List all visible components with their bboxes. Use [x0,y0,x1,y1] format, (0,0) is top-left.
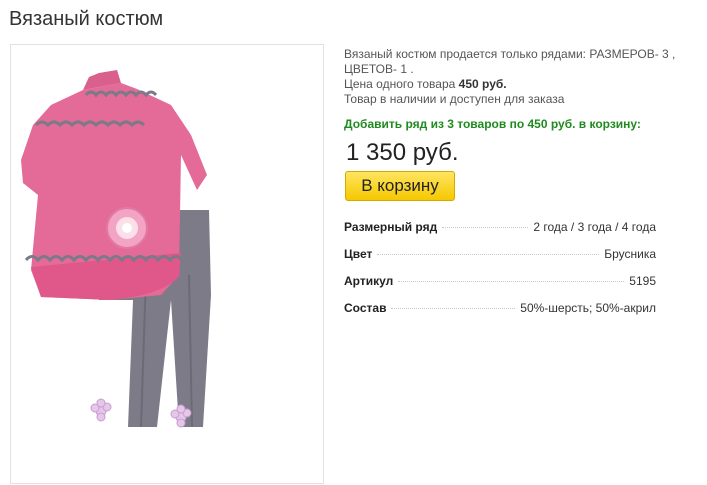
spec-row-article: Артикул 5195 [344,274,656,301]
description-line-2: ЦВЕТОВ- 1 . [344,62,414,76]
unit-price-label: Цена одного товара [344,77,456,91]
knitted-suit-illustration [21,70,211,428]
spec-value: Брусника [604,247,656,261]
spec-key: Цвет [344,247,373,261]
spec-row-composition: Состав 50%-шерсть; 50%-акрил [344,301,656,328]
spec-key: Состав [344,301,387,315]
spec-dots-divider [442,227,529,228]
availability-text: Товар в наличии и доступен для заказа [344,92,565,106]
product-image[interactable] [10,44,324,484]
page-title: Вязаный костюм [9,8,164,30]
promo-text: Добавить ряд из 3 товаров по 450 руб. в … [344,117,641,131]
product-description: Вязаный костюм продается только рядами: … [344,47,684,107]
total-price: 1 350 руб. [346,139,459,166]
unit-price-line: Цена одного товара 450 руб. [344,77,684,92]
spec-value: 5195 [629,274,656,288]
spec-dots-divider [377,254,600,255]
spec-key: Размерный ряд [344,220,438,234]
spec-value: 2 года / 3 года / 4 года [533,220,656,234]
spec-dots-divider [398,281,625,282]
description-line-1: Вязаный костюм продается только рядами: … [344,47,676,61]
spec-value: 50%-шерсть; 50%-акрил [520,301,656,315]
spec-dots-divider [391,308,516,309]
add-to-cart-button[interactable]: В корзину [345,171,455,201]
specs-table: Размерный ряд 2 года / 3 года / 4 года Ц… [344,220,656,328]
spec-row-sizes: Размерный ряд 2 года / 3 года / 4 года [344,220,656,247]
sweater [21,70,207,300]
spec-row-color: Цвет Брусника [344,247,656,274]
unit-price-value: 450 руб. [458,77,507,91]
spec-key: Артикул [344,274,394,288]
